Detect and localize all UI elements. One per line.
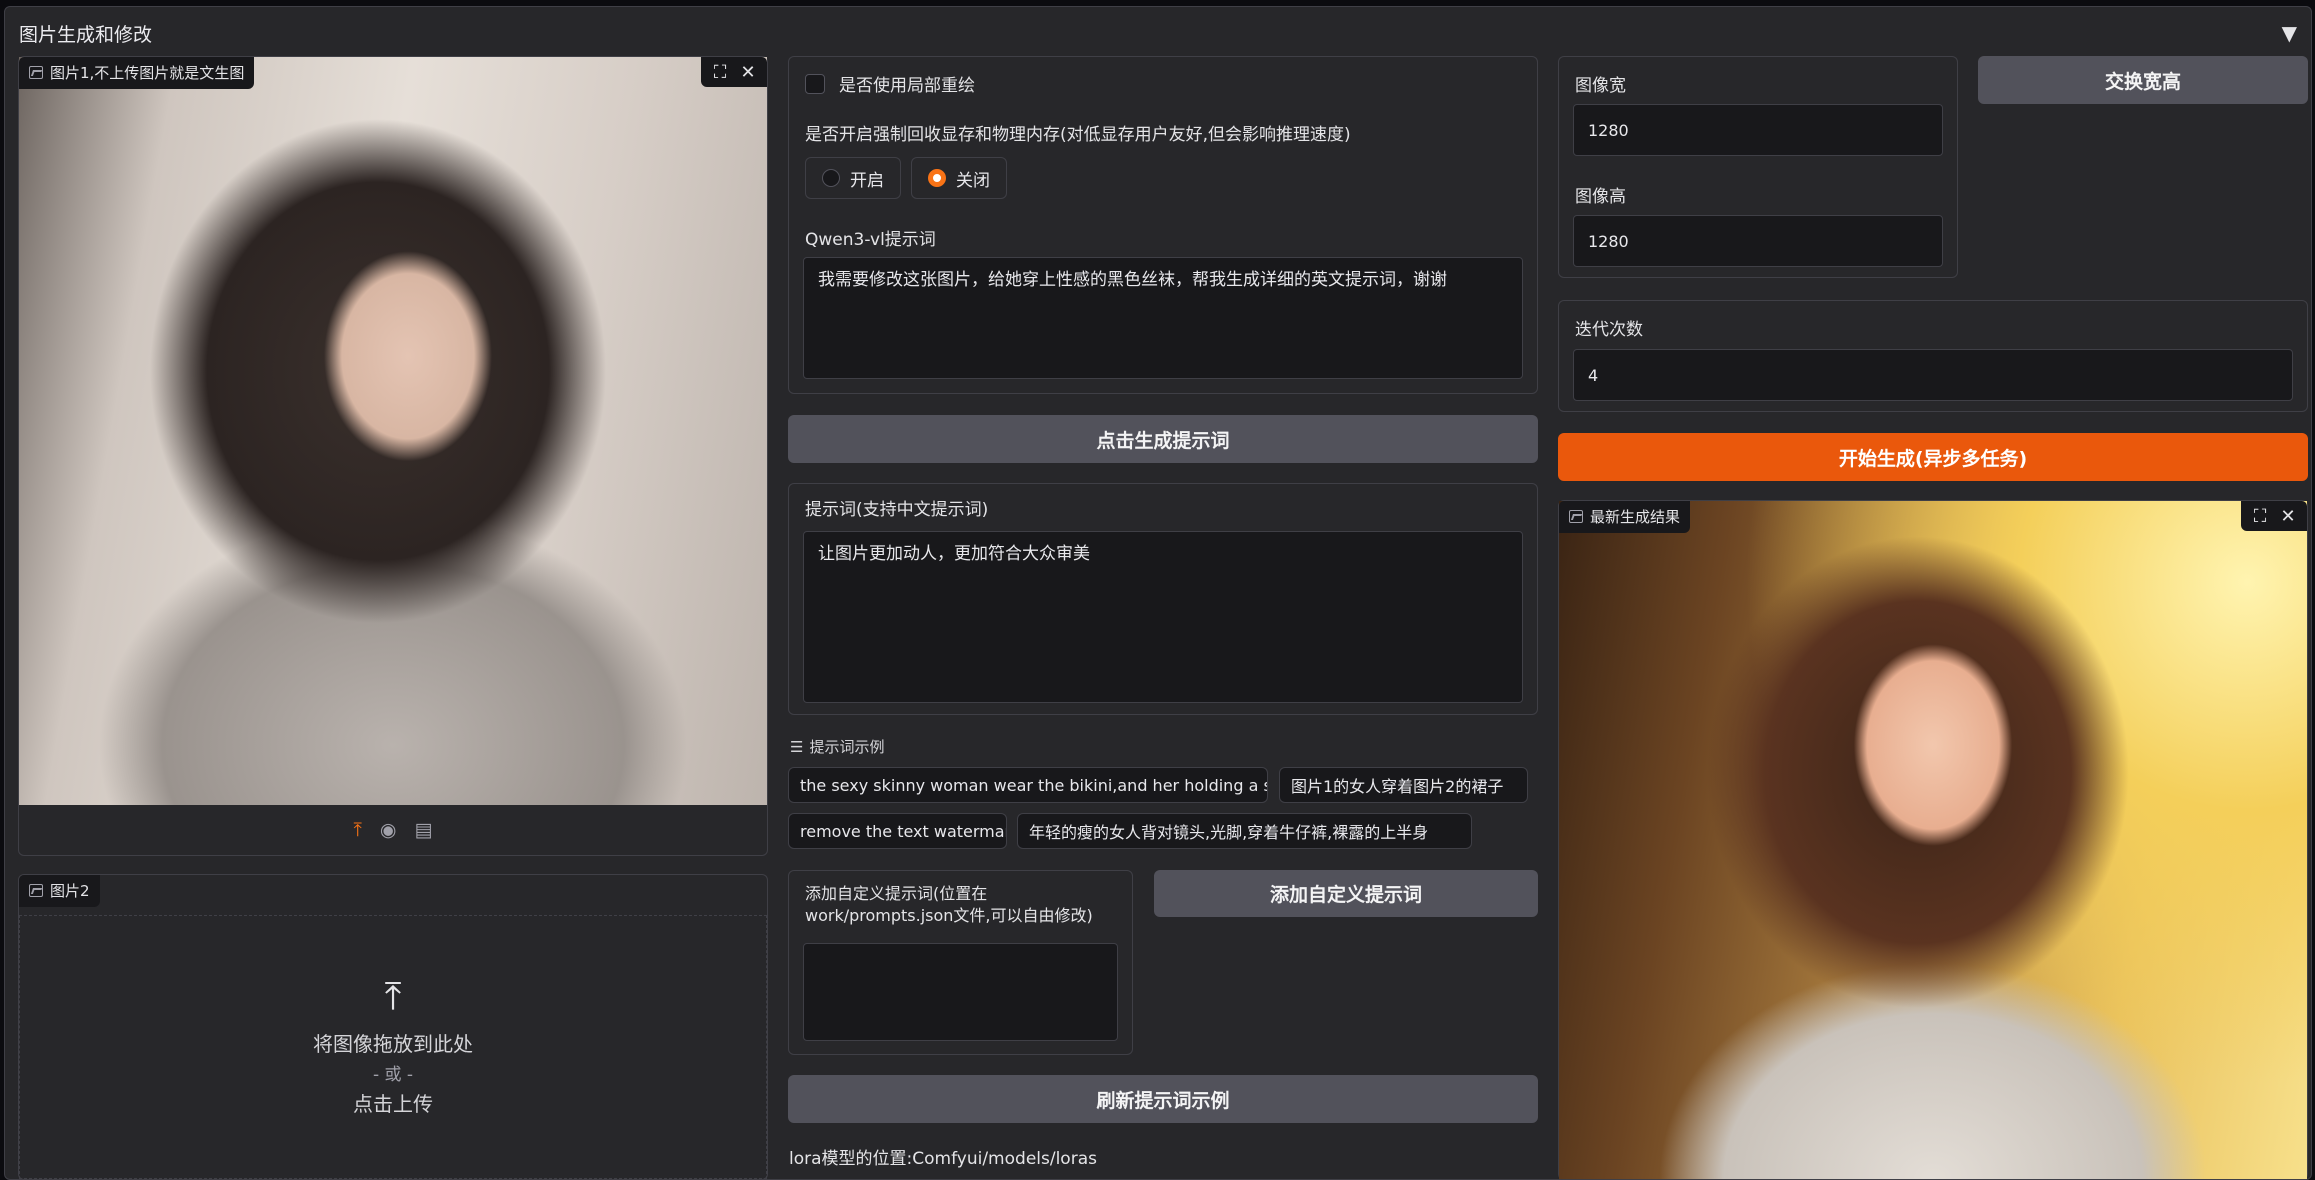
image1-label: 图片1,不上传图片就是文生图	[19, 57, 255, 89]
prompt-label: 提示词(支持中文提示词)	[805, 500, 989, 520]
result-actions: ⛶ ✕	[2241, 501, 2307, 531]
image1-upload-panel: 图片1,不上传图片就是文生图 ⛶ ✕ ⤒ ◉ ▤	[18, 56, 768, 856]
qwen-prompt-textarea[interactable]: 我需要修改这张图片，给她穿上性感的黑色丝袜，帮我生成详细的英文提示词，谢谢	[803, 257, 1523, 379]
accordion-header[interactable]: 图片生成和修改 ▼	[5, 7, 2311, 59]
inpaint-checkbox[interactable]	[805, 73, 825, 94]
example-chip[interactable]: 年轻的瘦的女人背对镜头,光脚,穿着牛仔裤,裸露的上半身	[1017, 813, 1472, 849]
steps-input[interactable]: 4	[1573, 349, 2293, 401]
image1-actions: ⛶ ✕	[701, 57, 767, 87]
image2-drop-zone[interactable]: ⤒ 将图像拖放到此处 - 或 - 点击上传	[19, 915, 767, 1179]
or-text: - 或 -	[372, 1065, 414, 1085]
image-icon	[29, 66, 43, 79]
swap-size-button[interactable]: 交换宽高	[1978, 56, 2308, 104]
size-panel: 图像宽 1280 图像高 1280	[1558, 56, 1958, 278]
webcam-icon[interactable]: ◉	[380, 819, 397, 841]
prompt-panel: 提示词(支持中文提示词) 让图片更加动人，更加符合大众审美	[788, 483, 1538, 715]
result-label: 最新生成结果	[1559, 501, 1691, 533]
example-chip[interactable]: the sexy skinny woman wear the bikini,an…	[788, 767, 1268, 803]
fullscreen-icon[interactable]: ⛶	[707, 60, 733, 84]
image2-label: 图片2	[19, 875, 100, 907]
example-chip[interactable]: 图片1的女人穿着图片2的裙子	[1279, 767, 1528, 803]
prompt-textarea[interactable]: 让图片更加动人，更加符合大众审美	[803, 531, 1523, 703]
fullscreen-icon[interactable]: ⛶	[2247, 504, 2273, 528]
width-input[interactable]: 1280	[1573, 104, 1943, 156]
accordion-title: 图片生成和修改	[19, 23, 153, 46]
custom-prompt-panel: 添加自定义提示词(位置在work/prompts.json文件,可以自由修改)	[788, 870, 1133, 1055]
examples-label: 提示词示例	[809, 738, 885, 756]
height-input[interactable]: 1280	[1573, 215, 1943, 267]
start-generation-button[interactable]: 开始生成(异步多任务)	[1558, 433, 2308, 481]
radio-selected-icon	[928, 169, 946, 187]
drop-text: 将图像拖放到此处	[313, 1032, 473, 1056]
image-icon	[29, 884, 43, 897]
custom-prompt-label: 添加自定义提示词(位置在work/prompts.json文件,可以自由修改)	[805, 884, 1093, 926]
inpaint-label: 是否使用局部重绘	[839, 76, 975, 96]
width-label: 图像宽	[1575, 76, 1626, 96]
examples-header: ☰ 提示词示例	[790, 736, 884, 757]
result-label-text: 最新生成结果	[1590, 508, 1681, 526]
memory-option-on-label: 开启	[850, 170, 884, 191]
generate-prompt-button[interactable]: 点击生成提示词	[788, 415, 1538, 463]
add-custom-prompt-button[interactable]: 添加自定义提示词	[1154, 870, 1538, 917]
example-chip[interactable]: remove the text watermark	[788, 813, 1007, 849]
memory-option-off-label: 关闭	[956, 170, 990, 191]
lora-path-text: lora模型的位置:Comfyui/models/loras	[789, 1149, 1097, 1169]
steps-label: 迭代次数	[1575, 320, 1643, 340]
memory-label: 是否开启强制回收显存和物理内存(对低显存用户友好,但会影响推理速度)	[805, 125, 1351, 145]
close-icon[interactable]: ✕	[2275, 504, 2301, 528]
clipboard-icon[interactable]: ▤	[415, 819, 433, 841]
height-label: 图像高	[1575, 187, 1626, 207]
steps-panel: 迭代次数 4	[1558, 300, 2308, 412]
inpaint-row[interactable]: 是否使用局部重绘	[805, 71, 975, 96]
memory-option-off[interactable]: 关闭	[911, 157, 1007, 199]
list-icon: ☰	[790, 737, 804, 756]
click-upload-text: 点击上传	[353, 1092, 433, 1116]
collapse-arrow-icon[interactable]: ▼	[2282, 21, 2297, 45]
image-icon	[1569, 510, 1583, 523]
upload-icon[interactable]: ⤒	[354, 819, 362, 841]
refresh-examples-button[interactable]: 刷新提示词示例	[788, 1075, 1538, 1123]
custom-prompt-textarea[interactable]	[803, 943, 1118, 1041]
result-image	[1559, 501, 2307, 1179]
image1-source-tools: ⤒ ◉ ▤	[19, 805, 767, 855]
options-panel: 是否使用局部重绘 是否开启强制回收显存和物理内存(对低显存用户友好,但会影响推理…	[788, 56, 1538, 394]
image2-upload-panel: 图片2 ⤒ 将图像拖放到此处 - 或 - 点击上传	[18, 874, 768, 1180]
result-panel: 最新生成结果 ⛶ ✕	[1558, 500, 2308, 1180]
memory-option-on[interactable]: 开启	[805, 157, 901, 199]
image1-preview	[19, 57, 767, 805]
close-icon[interactable]: ✕	[735, 60, 761, 84]
qwen-label: Qwen3-vl提示词	[805, 230, 936, 250]
memory-radio-group: 开启 关闭	[805, 157, 1007, 199]
upload-icon: ⤒	[384, 974, 402, 1018]
radio-off-icon	[822, 169, 840, 187]
image1-label-text: 图片1,不上传图片就是文生图	[50, 64, 245, 82]
image2-label-text: 图片2	[50, 882, 90, 900]
